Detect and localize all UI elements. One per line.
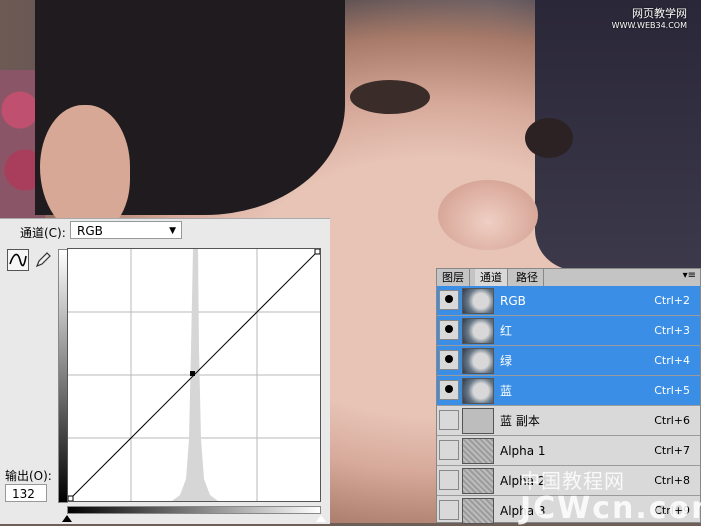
black-point-slider[interactable] [62, 515, 72, 522]
visibility-toggle-empty[interactable] [439, 410, 459, 430]
curves-panel: 通道(C): RGB ▼ 输出(O): 132 [0, 218, 330, 524]
watermark-top: 网页教学网 WWW.WEB34.COM [612, 8, 687, 32]
visibility-toggle-empty[interactable] [439, 440, 459, 460]
watermark-bottom: 中国教程网 JCWcn.com [520, 465, 701, 524]
channel-thumbnail [462, 378, 494, 404]
visibility-toggle-empty[interactable] [439, 500, 459, 520]
channel-row-red[interactable]: 红 Ctrl+3 [437, 316, 700, 346]
channel-select[interactable]: RGB ▼ [70, 221, 182, 239]
curves-graph-svg [67, 248, 321, 502]
channel-thumbnail [462, 468, 494, 494]
channel-name: Alpha 1 [500, 444, 546, 458]
visibility-eye-icon[interactable] [439, 290, 459, 310]
channel-shortcut: Ctrl+6 [654, 414, 690, 427]
channel-name: RGB [500, 294, 526, 308]
channel-thumbnail [462, 348, 494, 374]
watermark-top-title: 网页教学网 [632, 7, 687, 20]
tab-layers[interactable]: 图层 [437, 269, 470, 286]
dropdown-arrow-icon: ▼ [169, 226, 176, 236]
output-field[interactable]: 132 [5, 484, 47, 502]
visibility-toggle-empty[interactable] [439, 470, 459, 490]
channel-thumbnail [462, 408, 494, 434]
channel-row-rgb[interactable]: RGB Ctrl+2 [437, 286, 700, 316]
nose [438, 180, 538, 250]
channel-thumbnail [462, 318, 494, 344]
channel-shortcut: Ctrl+3 [654, 324, 690, 337]
curve-tool-icon[interactable] [7, 249, 29, 271]
channel-label: 通道(C): [20, 226, 66, 240]
channel-row-blue-copy[interactable]: 蓝 副本 Ctrl+6 [437, 406, 700, 436]
visibility-eye-icon[interactable] [439, 320, 459, 340]
channel-shortcut: Ctrl+4 [654, 354, 690, 367]
watermark-top-url: WWW.WEB34.COM [611, 21, 687, 30]
channel-shortcut: Ctrl+5 [654, 384, 690, 397]
channel-row-alpha-1[interactable]: Alpha 1 Ctrl+7 [437, 436, 700, 466]
watermark-bottom-en: JCWcn.com [520, 491, 701, 526]
tab-paths[interactable]: 路径 [511, 269, 544, 286]
panel-tabs: 图层 通道 路径 ▾≡ [437, 269, 700, 287]
visibility-eye-icon[interactable] [439, 350, 459, 370]
channel-row-green[interactable]: 绿 Ctrl+4 [437, 346, 700, 376]
channel-thumbnail [462, 438, 494, 464]
right-eye [525, 118, 573, 158]
channel-select-value: RGB [77, 224, 103, 238]
channel-name: 红 [500, 324, 513, 338]
visibility-eye-icon[interactable] [439, 380, 459, 400]
left-eye [350, 80, 430, 114]
input-gradient-bar [67, 506, 321, 514]
channel-name: 蓝 副本 [500, 414, 540, 428]
pencil-icon[interactable] [34, 251, 52, 269]
panel-menu-icon[interactable]: ▾≡ [683, 270, 696, 281]
channel-thumbnail [462, 288, 494, 314]
channel-name: 绿 [500, 354, 513, 368]
tab-channels[interactable]: 通道 [475, 269, 508, 287]
channel-thumbnail [462, 498, 494, 524]
channel-shortcut: Ctrl+7 [654, 444, 690, 457]
channel-name: 蓝 [500, 384, 513, 398]
curves-graph[interactable] [67, 248, 321, 502]
output-label: 输出(O): [5, 469, 52, 483]
watermark-bottom-cn: 中国教程网 [520, 469, 625, 493]
channel-row-blue[interactable]: 蓝 Ctrl+5 [437, 376, 700, 406]
channel-shortcut: Ctrl+2 [654, 294, 690, 307]
white-point-slider[interactable] [316, 515, 326, 522]
ear [40, 105, 130, 235]
